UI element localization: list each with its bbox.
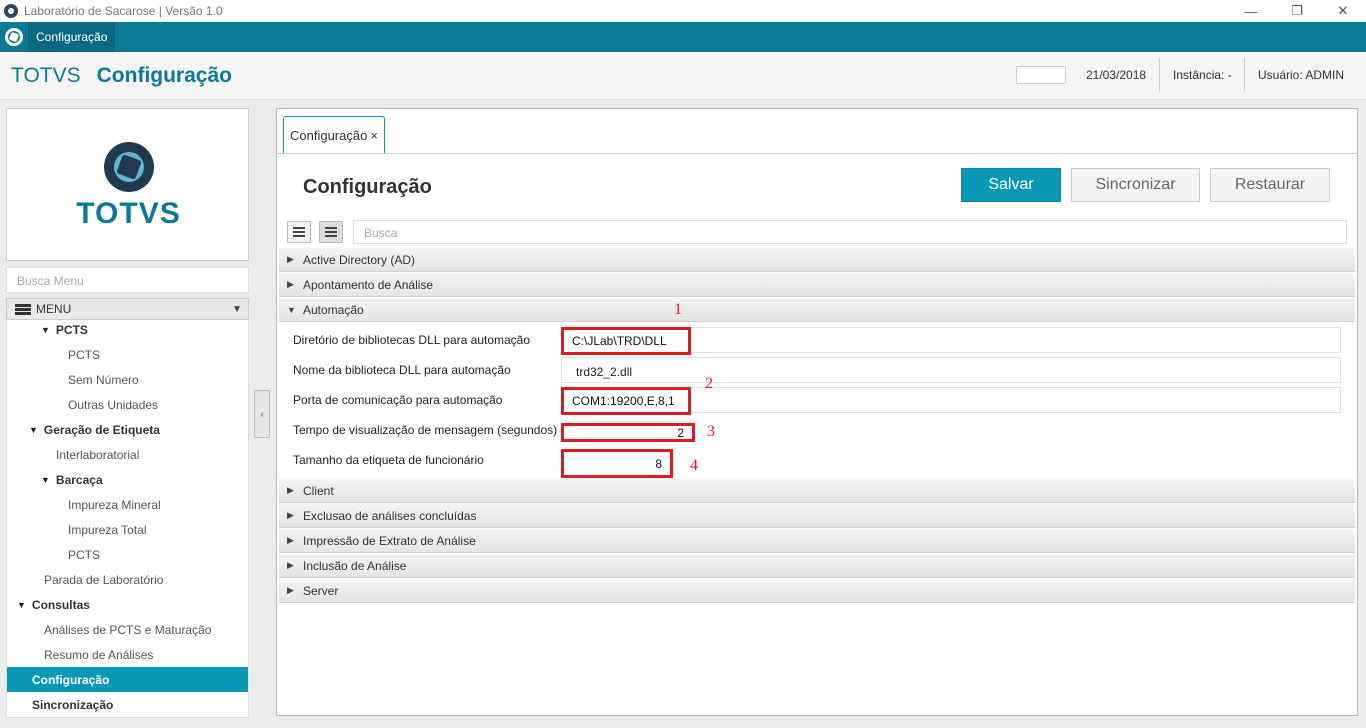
window-title-bar: Laboratório de Sacarose | Versão 1.0 — ❐… [0, 0, 1366, 22]
menu-label: MENU [36, 302, 72, 316]
tab-configuracao[interactable]: Configuração × [283, 116, 385, 154]
chevron-left-icon: ‹ [260, 408, 264, 420]
header-page-title: Configuração [96, 64, 232, 87]
expanded-triangle-icon: ▼ [41, 474, 50, 485]
close-icon[interactable]: × [370, 128, 378, 143]
menu-item-analises-pcts-maturacao[interactable]: Análises de PCTS e Maturação [7, 617, 248, 642]
menu-item-outras-unidades[interactable]: Outras Unidades [7, 392, 248, 417]
menu-group-geracao-etiqueta[interactable]: ▼ Geração de Etiqueta [7, 417, 248, 442]
section-active-directory[interactable]: ▶ Active Directory (AD) [279, 248, 1355, 272]
page-title: Configuração [303, 176, 432, 198]
settings-toolbar: Busca [283, 219, 1351, 245]
expanded-triangle-icon: ▼ [29, 424, 38, 435]
app-header: TOTVS Configuração 21/03/2018 Instância: … [0, 52, 1366, 100]
dll-name-field[interactable]: trd32_2.dll [561, 357, 1341, 383]
tempo-mensagem-field[interactable]: 2 [561, 423, 695, 442]
chevron-down-icon: ▼ [232, 304, 242, 315]
restore-icon[interactable]: ❐ [1274, 0, 1320, 22]
collapsed-triangle-icon: ▶ [287, 254, 294, 264]
section-automacao[interactable]: ▼ Automação [279, 298, 1355, 322]
header-date: 21/03/2018 [1086, 68, 1147, 82]
brand-name: TOTVS [11, 64, 81, 87]
field-label: Diretório de bibliotecas DLL para automa… [293, 333, 531, 347]
annotation-marker-2: 2 [705, 375, 713, 392]
sidebar-menu-list: ▼ PCTS PCTS Sem Número Outras Unidades ▼ G… [6, 320, 249, 718]
app-menu-bar: Configuração [0, 22, 1366, 52]
menu-header[interactable]: MENU ▼ [6, 298, 249, 320]
totvs-logo-icon[interactable] [0, 22, 28, 52]
header-brand: TOTVS Configuração [11, 64, 232, 88]
field-label: Porta de comunicação para automação [293, 393, 503, 407]
menu-item-parada-laboratorio[interactable]: Parada de Laboratório [7, 567, 248, 592]
collapsed-triangle-icon: ▶ [287, 485, 294, 495]
header-usuario: Usuário: ADMIN [1258, 68, 1345, 82]
section-server[interactable]: ▶ Server [279, 579, 1355, 603]
field-label: Tempo de visualização de mensagem (segun… [293, 423, 558, 437]
field-row-porta: Porta de comunicação para automação [279, 385, 1355, 415]
window-title: Laboratório de Sacarose | Versão 1.0 [24, 4, 223, 18]
expanded-triangle-icon: ▼ [287, 304, 296, 315]
menu-item-pcts-barcaca[interactable]: PCTS [7, 542, 248, 567]
minimize-icon[interactable]: — [1228, 0, 1274, 22]
header-divider [1159, 58, 1160, 92]
tamanho-etiqueta-field[interactable]: 8 [561, 449, 673, 478]
collapsed-triangle-icon: ▶ [287, 510, 294, 520]
field-label: Nome da biblioteca DLL para automação [293, 363, 511, 377]
header-divider [1244, 58, 1245, 92]
menu-item-sincronizacao[interactable]: Sincronização [7, 692, 248, 717]
sidebar-collapse-handle[interactable]: ‹ [254, 390, 270, 438]
menu-item-pcts[interactable]: PCTS [7, 342, 248, 367]
section-client[interactable]: ▶ Client [279, 479, 1355, 503]
menu-item-configuracao[interactable]: Configuração [7, 667, 248, 692]
header-instancia: Instância: - [1173, 68, 1232, 82]
menubar-tab-configuracao[interactable]: Configuração [28, 22, 116, 52]
list-view-icon[interactable] [287, 221, 311, 243]
menu-item-impureza-total[interactable]: Impureza Total [7, 517, 248, 542]
hamburger-icon [15, 303, 31, 315]
annotation-marker-4: 4 [690, 457, 698, 474]
section-impressao-extrato[interactable]: ▶ Impressão de Extrato de Análise [279, 529, 1355, 553]
field-row-dll-dir: Diretório de bibliotecas DLL para automa… [279, 325, 1355, 355]
menu-item-interlaboratorial[interactable]: Interlaboratorial [7, 442, 248, 467]
field-label: Tamanho da etiqueta de funcionário [293, 453, 484, 467]
section-inclusao-analise[interactable]: ▶ Inclusão de Análise [279, 554, 1355, 578]
menu-group-pcts[interactable]: ▼ PCTS [7, 320, 248, 342]
main-panel: Configuração × Configuração Salvar Sincr… [276, 108, 1358, 716]
collapsed-triangle-icon: ▶ [287, 585, 294, 595]
collapsed-triangle-icon: ▶ [287, 535, 294, 545]
collapsed-triangle-icon: ▶ [287, 560, 294, 570]
tree-view-icon[interactable] [319, 221, 343, 243]
menu-group-barcaca[interactable]: ▼ Barcaça [7, 467, 248, 492]
field-row-tamanho: Tamanho da etiqueta de funcionário [279, 445, 1355, 475]
menu-item-resumo-analises[interactable]: Resumo de Análises [7, 642, 248, 667]
logo-text: TOTVS [76, 197, 181, 230]
collapsed-triangle-icon: ▶ [287, 279, 294, 289]
expanded-triangle-icon: ▼ [17, 599, 26, 610]
tab-divider [277, 153, 1357, 154]
section-exclusao-analises[interactable]: ▶ Exclusao de análises concluídas [279, 504, 1355, 528]
tab-label: Configuração [290, 128, 368, 143]
section-apontamento-analise[interactable]: ▶ Apontamento de Análise [279, 273, 1355, 297]
restore-button[interactable]: Restaurar [1210, 168, 1330, 202]
expanded-triangle-icon: ▼ [41, 324, 50, 335]
menu-group-consultas[interactable]: ▼ Consultas [7, 592, 248, 617]
settings-search-input[interactable]: Busca [353, 220, 1347, 244]
field-row-dll-name: Nome da biblioteca DLL para automação tr… [279, 355, 1355, 385]
sync-button[interactable]: Sincronizar [1071, 168, 1200, 202]
save-button[interactable]: Salvar [961, 168, 1061, 202]
close-icon[interactable]: ✕ [1320, 0, 1366, 22]
app-icon [4, 4, 18, 18]
porta-comunicacao-value[interactable]: COM1:19200,E,8,1 [561, 387, 691, 415]
header-status-box [1016, 66, 1066, 84]
menu-item-impureza-mineral[interactable]: Impureza Mineral [7, 492, 248, 517]
field-row-tempo: Tempo de visualização de mensagem (segun… [279, 415, 1355, 445]
menu-item-sem-numero[interactable]: Sem Número [7, 367, 248, 392]
dll-directory-value[interactable]: C:\JLab\TRD\DLL [561, 327, 691, 355]
menu-search-input[interactable]: Busca Menu [6, 267, 249, 293]
totvs-logo-icon [104, 142, 154, 192]
annotation-marker-1: 1 [674, 301, 682, 318]
sidebar-logo-panel: TOTVS [6, 108, 249, 261]
annotation-marker-3: 3 [707, 423, 715, 440]
